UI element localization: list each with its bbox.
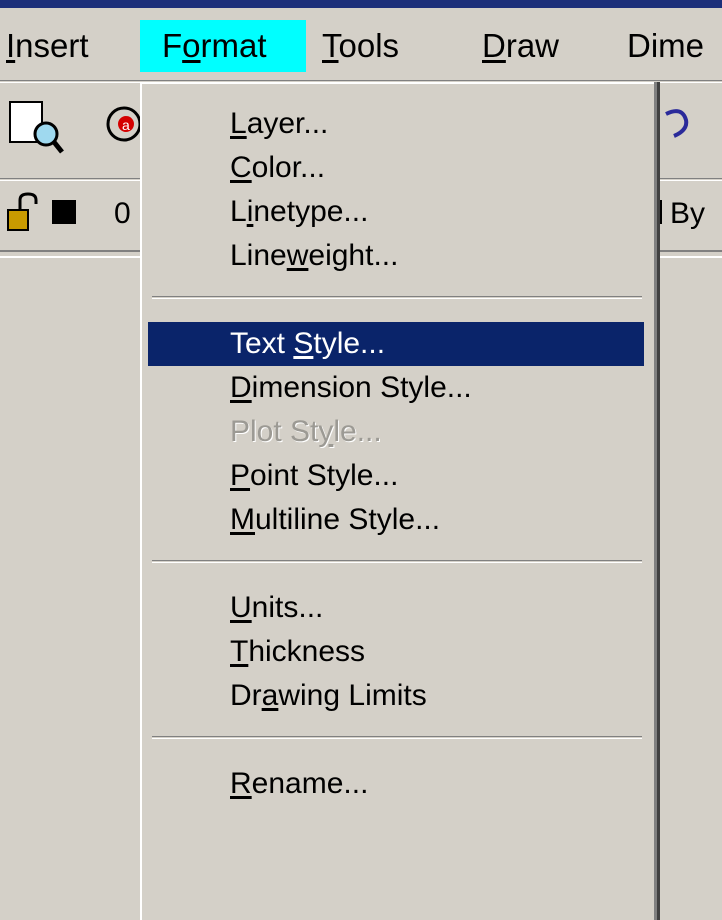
menu-draw[interactable]: Draw bbox=[482, 20, 592, 72]
menu-insert-mnemonic: I bbox=[6, 27, 16, 64]
menu-insert-label-rest: nsert bbox=[15, 27, 89, 64]
menu-item-linetype[interactable]: Linetype... bbox=[148, 190, 644, 234]
menu-item-label: Color... bbox=[230, 151, 326, 184]
menu-separator bbox=[152, 296, 642, 299]
menu-item-label: Thickness bbox=[230, 635, 366, 668]
menu-item-label: Text Style... bbox=[230, 327, 386, 360]
menu-item-lineweight[interactable]: Lineweight... bbox=[148, 234, 644, 278]
menu-format-mnemonic: o bbox=[182, 27, 201, 64]
menu-item-label: Point Style... bbox=[230, 459, 399, 492]
menu-item-point-style[interactable]: Point Style... bbox=[148, 454, 644, 498]
menu-item-label: Plot Style... bbox=[230, 415, 382, 448]
menu-item-label: Units... bbox=[230, 591, 324, 624]
menu-separator bbox=[152, 736, 642, 739]
menu-item-label: Dimension Style... bbox=[230, 371, 472, 404]
menu-item-drawing-limits[interactable]: Drawing Limits bbox=[148, 674, 644, 718]
menu-format[interactable]: Format bbox=[140, 20, 306, 72]
menu-separator bbox=[152, 560, 642, 563]
svg-text:a: a bbox=[122, 117, 130, 133]
menu-dimension[interactable]: Dime bbox=[627, 20, 722, 72]
menu-item-text-style[interactable]: Text Style... bbox=[148, 322, 644, 366]
menu-item-color[interactable]: Color... bbox=[148, 146, 644, 190]
menu-item-plot-style: Plot Style... bbox=[148, 410, 644, 454]
menu-item-units[interactable]: Units... bbox=[148, 586, 644, 630]
layer-name: 0 bbox=[114, 197, 131, 230]
menu-item-label: Rename... bbox=[230, 767, 369, 800]
print-preview-button[interactable] bbox=[4, 96, 64, 154]
menu-item-layer[interactable]: Layer... bbox=[148, 102, 644, 146]
menu-tools[interactable]: Tools bbox=[322, 20, 442, 72]
menu-format-label-f: F bbox=[162, 27, 183, 64]
layer-combo[interactable]: 0 bbox=[0, 188, 150, 240]
menu-item-multiline-style[interactable]: Multiline Style... bbox=[148, 498, 644, 542]
menu-tools-label-rest: ools bbox=[338, 27, 400, 64]
menu-insert[interactable]: Insert bbox=[0, 20, 134, 72]
menu-item-rename[interactable]: Rename... bbox=[148, 762, 644, 806]
color-combo[interactable]: By bbox=[650, 188, 722, 240]
menu-item-thickness[interactable]: Thickness bbox=[148, 630, 644, 674]
menu-item-label: Layer... bbox=[230, 107, 329, 140]
menu-draw-label-rest: raw bbox=[505, 27, 560, 64]
unlock-icon bbox=[7, 192, 38, 231]
menu-item-label: Drawing Limits bbox=[230, 679, 427, 712]
color-value: By bbox=[670, 197, 706, 230]
menu-item-label: Multiline Style... bbox=[230, 503, 441, 536]
menu-item-label: Linetype... bbox=[230, 195, 369, 228]
menu-format-label-rest: rmat bbox=[200, 27, 267, 64]
title-bar-edge bbox=[0, 0, 722, 8]
print-preview-icon bbox=[9, 101, 64, 154]
redo-button[interactable] bbox=[660, 96, 720, 152]
menu-item-label: Lineweight... bbox=[230, 239, 399, 272]
menu-draw-mnemonic: D bbox=[482, 27, 506, 64]
layer-color-swatch bbox=[52, 200, 76, 224]
menu-tools-mnemonic: T bbox=[322, 27, 339, 64]
menu-item-dimension-style[interactable]: Dimension Style... bbox=[148, 366, 644, 410]
menu-bar: Insert Format Tools Draw Dime bbox=[0, 8, 722, 80]
redo-icon bbox=[665, 109, 689, 138]
format-dropdown-menu: Layer... Color... Linetype... Lineweight...… bbox=[140, 82, 654, 920]
